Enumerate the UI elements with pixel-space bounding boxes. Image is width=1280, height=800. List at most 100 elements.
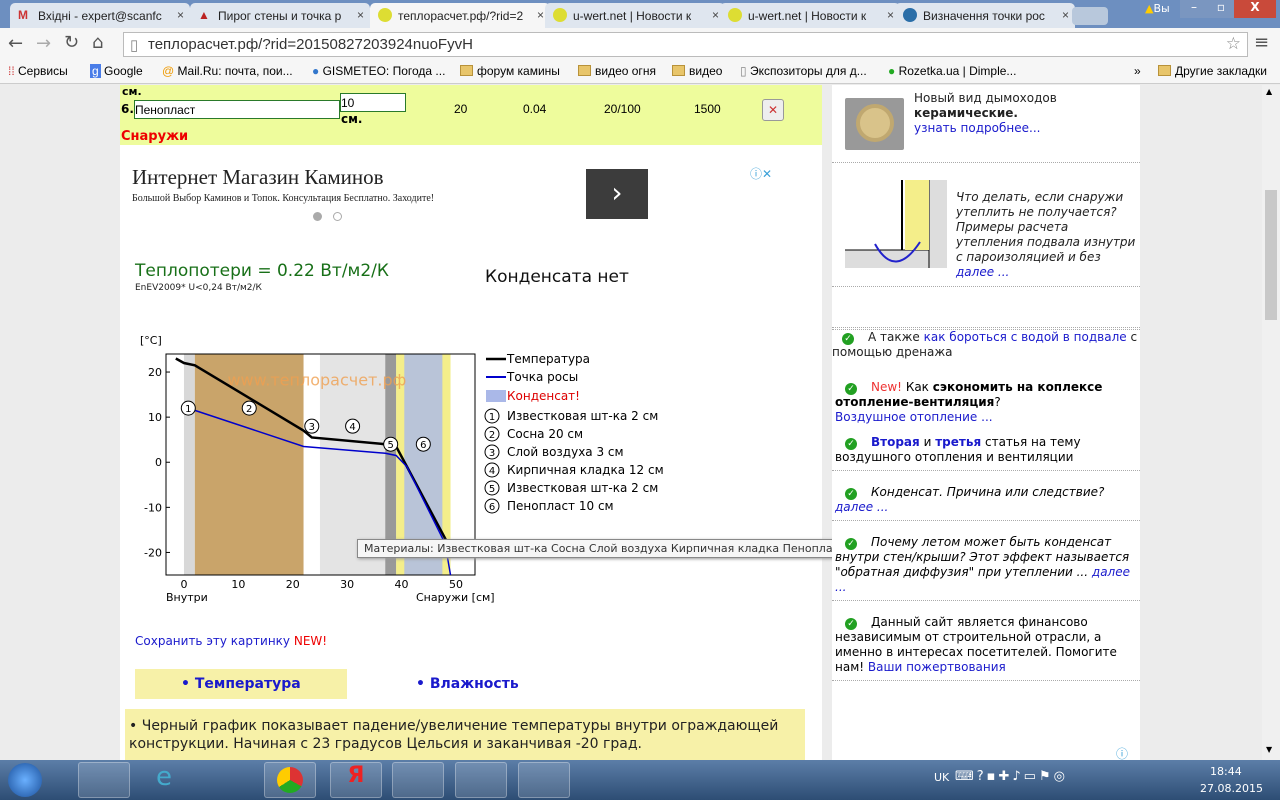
address-bar[interactable]: ▯ теплорасчет.рф/?rid=20150827203924nuoFy… bbox=[123, 32, 1248, 57]
material-input[interactable] bbox=[134, 100, 340, 119]
tab-temperature[interactable]: • Температура bbox=[135, 669, 347, 699]
save-image-link[interactable]: Сохранить эту картинку bbox=[135, 634, 290, 648]
tray-icons[interactable]: ⌨?▪✚♪▭⚑◎ bbox=[955, 769, 1068, 784]
ad-info-icon[interactable]: ⓘ✕ bbox=[750, 165, 772, 182]
paint-taskbar-icon[interactable] bbox=[518, 762, 570, 798]
bookmark-services[interactable]: ⁞⁞ Сервисы bbox=[8, 64, 68, 78]
basement-more-link[interactable]: далее ... bbox=[956, 265, 1009, 279]
chimney-link[interactable]: узнать подробнее... bbox=[914, 121, 1040, 135]
google-icon: g bbox=[90, 64, 101, 78]
legend-condensate-swatch bbox=[486, 390, 506, 402]
start-button[interactable] bbox=[8, 763, 42, 797]
ad-dot[interactable] bbox=[333, 212, 342, 221]
air-heating-link[interactable]: Воздушное отопление ... bbox=[835, 410, 993, 424]
ad-next-button[interactable]: › bbox=[586, 169, 648, 219]
menu-icon[interactable]: ≡ bbox=[1254, 32, 1269, 53]
check-icon: ✓ bbox=[845, 538, 857, 550]
new-badge: NEW! bbox=[293, 634, 328, 648]
layer-marker-label: 3 bbox=[309, 422, 315, 433]
tab-gmail[interactable]: M Вхідні - expert@scanfc × bbox=[10, 3, 190, 28]
bookmarks-more[interactable]: » bbox=[1134, 64, 1141, 78]
tab-humidity[interactable]: • Влажность bbox=[416, 676, 519, 692]
divider bbox=[832, 600, 1140, 601]
scrollbar-thumb[interactable] bbox=[1265, 190, 1277, 320]
media-taskbar-icon[interactable] bbox=[198, 762, 250, 798]
reload-icon[interactable]: ↻ bbox=[64, 32, 79, 53]
language-indicator[interactable]: UK bbox=[934, 771, 949, 784]
ie-taskbar-icon[interactable]: e bbox=[138, 762, 190, 798]
scroll-up-icon[interactable]: ▲ bbox=[1266, 87, 1272, 96]
tab-pirog[interactable]: ▲ Пирог стены и точка р × bbox=[190, 3, 370, 28]
unit-label: см. bbox=[341, 112, 363, 126]
back-icon[interactable]: ← bbox=[8, 33, 23, 54]
close-tab-icon[interactable]: × bbox=[1062, 8, 1069, 22]
ad-banner[interactable]: Интернет Магазин Каминов Большой Выбор К… bbox=[132, 165, 782, 225]
minimize-button[interactable]: – bbox=[1180, 0, 1208, 18]
maximize-button[interactable]: ▫ bbox=[1208, 0, 1234, 18]
delete-layer-button[interactable]: ✕ bbox=[762, 99, 784, 121]
clock-time[interactable]: 18:44 bbox=[1210, 765, 1242, 778]
thickness-input[interactable] bbox=[340, 93, 406, 112]
close-tab-icon[interactable]: × bbox=[887, 8, 894, 22]
check-icon: ✓ bbox=[842, 333, 854, 345]
close-window-button[interactable]: X bbox=[1234, 0, 1276, 18]
gismeteo-icon: ● bbox=[312, 64, 320, 78]
layer-marker-label: 2 bbox=[246, 404, 252, 415]
teplo-icon bbox=[378, 8, 392, 22]
tab-uwert-2[interactable]: u-wert.net | Новости к × bbox=[720, 3, 900, 28]
user-badge[interactable]: ▲Вы bbox=[1145, 2, 1175, 18]
close-tab-icon[interactable]: × bbox=[537, 8, 544, 22]
x-tick-label: 50 bbox=[449, 578, 463, 591]
bookmark-mailru[interactable]: @ Mail.Ru: почта, пои... bbox=[162, 64, 293, 78]
y-tick-label: 20 bbox=[148, 366, 162, 379]
drainage-link[interactable]: как бороться с водой в подвале bbox=[924, 330, 1127, 344]
ad-dot-active[interactable] bbox=[313, 212, 322, 221]
tab-teplo[interactable]: теплорасчет.рф/?rid=2 × bbox=[370, 3, 550, 28]
condensate-more-link[interactable]: далее ... bbox=[835, 500, 888, 514]
forward-icon[interactable]: → bbox=[36, 33, 51, 54]
bookmark-forum[interactable]: форум камины bbox=[460, 64, 560, 78]
folder-icon bbox=[578, 65, 591, 76]
close-tab-icon[interactable]: × bbox=[712, 8, 719, 22]
star-icon[interactable]: ☆ bbox=[1226, 34, 1241, 54]
legend-layer-number: 3 bbox=[489, 448, 495, 459]
donation-link[interactable]: Ваши пожертвования bbox=[868, 660, 1006, 674]
heat-loss-value: Теплопотери = 0.22 Вт/м2/К bbox=[135, 261, 389, 281]
chrome-taskbar-icon[interactable] bbox=[264, 762, 316, 798]
explorer-taskbar-icon[interactable] bbox=[78, 762, 130, 798]
tab-uwert-1[interactable]: u-wert.net | Новости к × bbox=[545, 3, 725, 28]
close-tab-icon[interactable]: × bbox=[357, 8, 364, 22]
legend-layer-number: 1 bbox=[489, 412, 495, 423]
yandex-taskbar-icon[interactable]: Я bbox=[330, 762, 382, 798]
bookmark-video[interactable]: видео bbox=[672, 64, 722, 78]
clock-date[interactable]: 27.08.2015 bbox=[1200, 782, 1263, 795]
folder-icon bbox=[460, 65, 473, 76]
home-icon[interactable]: ⌂ bbox=[92, 32, 103, 53]
chimney-image[interactable] bbox=[845, 98, 904, 150]
bookmark-gismeteo[interactable]: ● GISMETEO: Погода ... bbox=[312, 64, 445, 78]
legend-condensate: Конденсат! bbox=[507, 389, 580, 403]
second-article-link[interactable]: Вторая bbox=[871, 435, 920, 449]
bookmark-rozetka[interactable]: ● Rozetka.ua | Dimple... bbox=[888, 64, 1016, 78]
legend-layer: Пенопласт 10 см bbox=[507, 499, 614, 513]
divider bbox=[832, 470, 1140, 471]
remote-taskbar-icon[interactable] bbox=[455, 762, 507, 798]
condensate-status: Конденсата нет bbox=[485, 267, 629, 287]
legend-layer-number: 4 bbox=[489, 466, 495, 477]
third-article-link[interactable]: третья bbox=[935, 435, 981, 449]
x-tick-label: 40 bbox=[395, 578, 409, 591]
scrollbar[interactable]: ▲ ▼ bbox=[1262, 85, 1280, 760]
scroll-down-icon[interactable]: ▼ bbox=[1266, 745, 1272, 754]
new-tab-button[interactable] bbox=[1072, 7, 1108, 25]
bookmark-video-fire[interactable]: видео огня bbox=[578, 64, 656, 78]
bookmark-google[interactable]: g Google bbox=[90, 64, 143, 78]
basement-diagram[interactable] bbox=[845, 180, 947, 278]
close-tab-icon[interactable]: × bbox=[177, 8, 184, 22]
y-tick-label: 10 bbox=[148, 411, 162, 424]
bookmark-other[interactable]: Другие закладки bbox=[1158, 64, 1267, 78]
legend-temperature: Температура bbox=[506, 352, 590, 366]
bookmark-expositors[interactable]: ▯ Экспозиторы для д... bbox=[740, 64, 867, 78]
network-taskbar-icon[interactable] bbox=[392, 762, 444, 798]
tab-wordpress[interactable]: Визначення точки рос × bbox=[895, 3, 1075, 28]
outside-label: Снаружи bbox=[120, 129, 822, 145]
